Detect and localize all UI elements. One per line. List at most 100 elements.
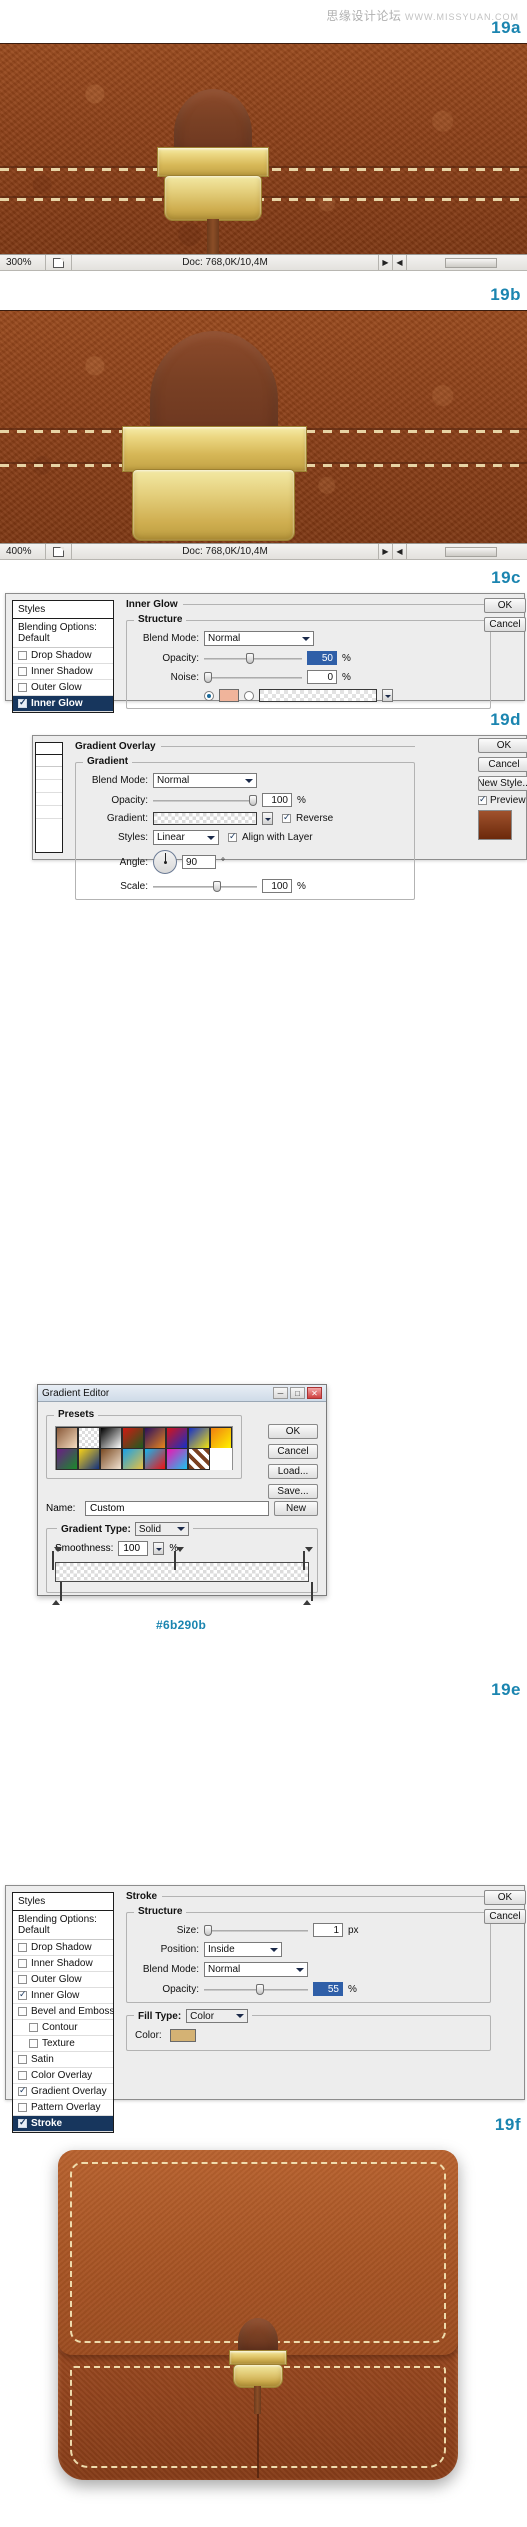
style-select-d[interactable]: Linear: [153, 830, 219, 845]
checkbox-drop-shadow-e[interactable]: [18, 1943, 27, 1952]
preset-swatch[interactable]: [187, 1426, 210, 1449]
cancel-button-ge[interactable]: Cancel: [268, 1444, 318, 1459]
new-style-button-d[interactable]: New Style...: [478, 776, 527, 791]
preset-swatch[interactable]: [55, 1447, 78, 1470]
preset-swatch[interactable]: [165, 1447, 188, 1470]
scroll-left-arrow-b[interactable]: ◀: [393, 544, 407, 559]
opacity-value-d[interactable]: 100: [262, 793, 292, 807]
checkbox-drop-shadow-c[interactable]: [18, 651, 27, 660]
radio-gradient-c[interactable]: [244, 690, 254, 701]
document-icon-a[interactable]: [46, 255, 72, 270]
checkbox-reverse-d[interactable]: [282, 812, 291, 823]
style-item-drop-shadow-c[interactable]: Drop Shadow: [13, 648, 113, 664]
style-item-inner-shadow-e[interactable]: Inner Shadow: [13, 1956, 113, 1972]
position-select-e[interactable]: Inside: [204, 1942, 282, 1957]
checkbox-inner-shadow-c[interactable]: [18, 667, 27, 676]
style-item-drop-shadow-e[interactable]: Drop Shadow: [13, 1940, 113, 1956]
gradient-presets-grid[interactable]: [55, 1426, 233, 1470]
style-item-outer-glow-e[interactable]: Outer Glow: [13, 1972, 113, 1988]
opacity-stop-right[interactable]: [303, 1547, 313, 1570]
preset-swatch[interactable]: [209, 1426, 232, 1449]
gradient-editor-titlebar[interactable]: Gradient Editor ─ □ ✕: [38, 1385, 326, 1402]
scroll-left-arrow-a[interactable]: ◀: [393, 255, 407, 270]
style-item-inner-glow-e[interactable]: Inner Glow: [13, 1988, 113, 2004]
preset-swatch[interactable]: [165, 1426, 188, 1449]
scale-value-d[interactable]: 100: [262, 879, 292, 893]
glow-color-swatch-c[interactable]: [219, 689, 239, 702]
blend-mode-select-d[interactable]: Normal: [153, 773, 257, 788]
checkbox-inner-glow-c[interactable]: [18, 697, 27, 708]
preset-swatch[interactable]: [121, 1426, 144, 1449]
zoom-level-a[interactable]: 300%: [0, 255, 46, 270]
angle-dial[interactable]: [153, 850, 177, 874]
gradient-stops-bar[interactable]: [52, 1547, 313, 1605]
ok-button-c[interactable]: OK: [484, 598, 526, 613]
close-icon[interactable]: ✕: [307, 1387, 322, 1399]
blend-mode-select-e[interactable]: Normal: [204, 1962, 308, 1977]
style-item-color-overlay-e[interactable]: Color Overlay: [13, 2068, 113, 2084]
blending-options-row-c[interactable]: Blending Options: Default: [13, 619, 113, 648]
style-item-contour-e[interactable]: Contour: [13, 2020, 113, 2036]
noise-slider-c[interactable]: [204, 671, 302, 684]
style-item-inner-shadow-c[interactable]: Inner Shadow: [13, 664, 113, 680]
opacity-value-e[interactable]: 55: [313, 1982, 343, 1996]
ok-button-ge[interactable]: OK: [268, 1424, 318, 1439]
checkbox-outer-glow-e[interactable]: [18, 1975, 27, 1984]
cancel-button-e[interactable]: Cancel: [484, 1909, 526, 1924]
checkbox-align-layer-d[interactable]: [228, 831, 237, 842]
blend-mode-select-c[interactable]: Normal: [204, 631, 314, 646]
opacity-slider-d[interactable]: [153, 794, 257, 807]
style-item-pattern-overlay-e[interactable]: Pattern Overlay: [13, 2100, 113, 2116]
opacity-slider-e[interactable]: [204, 1983, 308, 1996]
maximize-icon[interactable]: □: [290, 1387, 305, 1399]
scale-slider-d[interactable]: [153, 880, 257, 893]
checkbox-bevel-emboss-e[interactable]: [18, 2007, 27, 2016]
style-item-gradient-overlay-e[interactable]: Gradient Overlay: [13, 2084, 113, 2100]
stroke-color-swatch-e[interactable]: [170, 2029, 196, 2042]
horizontal-scrollbar-b[interactable]: [407, 544, 527, 559]
smoothness-dropdown[interactable]: [153, 1542, 165, 1555]
checkbox-color-overlay-e[interactable]: [18, 2071, 27, 2080]
opacity-slider-c[interactable]: [204, 652, 302, 665]
preset-swatch[interactable]: [143, 1426, 166, 1449]
color-stop-left[interactable]: [52, 1582, 62, 1605]
checkbox-pattern-overlay-e[interactable]: [18, 2103, 27, 2112]
checkbox-contour-e[interactable]: [29, 2023, 38, 2032]
style-item-outer-glow-c[interactable]: Outer Glow: [13, 680, 113, 696]
preset-swatch[interactable]: [99, 1447, 122, 1470]
gradient-type-select[interactable]: Solid: [134, 1522, 189, 1536]
smoothness-input[interactable]: 100: [118, 1541, 149, 1556]
document-icon-b[interactable]: [46, 544, 72, 559]
horizontal-scrollbar-a[interactable]: [407, 255, 527, 270]
style-item-texture-e[interactable]: Texture: [13, 2036, 113, 2052]
gradient-dropdown-d[interactable]: [262, 812, 273, 825]
size-value-e[interactable]: 1: [313, 1923, 343, 1937]
radio-solid-color-c[interactable]: [204, 690, 214, 701]
new-button-ge[interactable]: New: [274, 1501, 318, 1516]
load-button-ge[interactable]: Load...: [268, 1464, 318, 1479]
checkbox-outer-glow-c[interactable]: [18, 683, 27, 692]
angle-value-d[interactable]: 90: [182, 855, 216, 869]
checkbox-gradient-overlay-e[interactable]: [18, 2085, 27, 2096]
checkbox-inner-shadow-e[interactable]: [18, 1959, 27, 1968]
gradient-preview-strip-d[interactable]: [153, 812, 257, 825]
noise-value-c[interactable]: 0: [307, 670, 337, 684]
preset-swatch[interactable]: [77, 1447, 100, 1470]
zoom-level-b[interactable]: 400%: [0, 544, 46, 559]
checkbox-stroke-e[interactable]: [18, 2117, 27, 2128]
checkbox-preview-d[interactable]: [478, 794, 487, 805]
ok-button-e[interactable]: OK: [484, 1890, 526, 1905]
opacity-value-c[interactable]: 50: [307, 651, 337, 665]
blending-options-row-e[interactable]: Blending Options: Default: [13, 1911, 113, 1940]
cancel-button-c[interactable]: Cancel: [484, 617, 526, 632]
opacity-stop-left[interactable]: [52, 1547, 62, 1570]
glow-gradient-strip-c[interactable]: [259, 689, 377, 702]
preset-swatch[interactable]: [121, 1447, 144, 1470]
style-item-satin-e[interactable]: Satin: [13, 2052, 113, 2068]
preset-swatch[interactable]: [77, 1426, 100, 1449]
scroll-right-arrow-a[interactable]: ▶: [379, 255, 393, 270]
glow-gradient-dropdown-c[interactable]: [382, 689, 393, 702]
preset-swatch[interactable]: [99, 1426, 122, 1449]
style-item-bevel-emboss-e[interactable]: Bevel and Emboss: [13, 2004, 114, 2020]
save-button-ge[interactable]: Save...: [268, 1484, 318, 1499]
